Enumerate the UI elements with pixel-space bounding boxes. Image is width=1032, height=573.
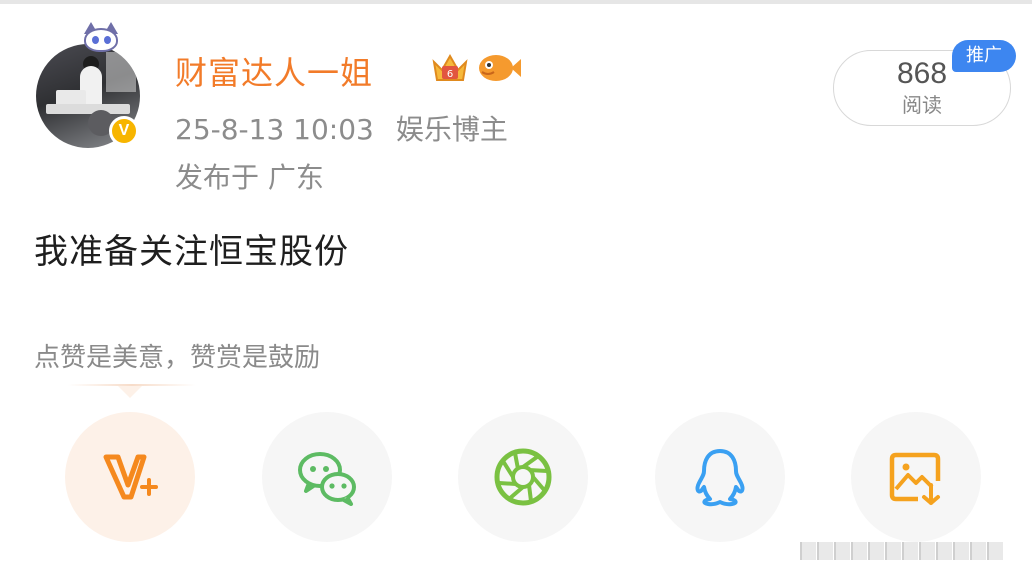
cat-avatar-frame-icon — [80, 22, 122, 52]
reward-v-plus-icon — [103, 454, 158, 500]
username[interactable]: 财富达人一姐 — [175, 48, 373, 94]
crown-level-icon: 6 — [432, 53, 468, 81]
save-image-button[interactable] — [851, 412, 981, 542]
reward-button[interactable] — [65, 412, 195, 542]
fish-badge-icon — [479, 55, 521, 81]
post-meta: 25-8-13 10:03 娱乐博主 — [175, 108, 508, 148]
moments-aperture-icon — [494, 448, 552, 506]
svg-text:6: 6 — [447, 69, 453, 80]
watermark — [800, 542, 1022, 564]
post-text: 我准备关注恒宝股份 — [34, 232, 349, 272]
promote-badge[interactable]: 推广 — [952, 40, 1016, 72]
verified-badge-icon: V — [109, 116, 139, 146]
save-image-icon — [889, 452, 941, 505]
post-location: 发布于 广东 — [175, 161, 324, 194]
user-role: 娱乐博主 — [395, 113, 508, 146]
qq-penguin-icon — [695, 449, 745, 507]
hint-pointer — [118, 386, 142, 398]
top-divider — [0, 0, 1032, 4]
share-moments-button[interactable] — [458, 412, 588, 542]
read-label: 阅读 — [902, 93, 942, 117]
avatar[interactable]: V — [36, 22, 148, 150]
post-timestamp: 25-8-13 10:03 — [175, 113, 374, 146]
share-wechat-button[interactable] — [262, 412, 392, 542]
reward-hint: 点赞是美意，赞赏是鼓励 — [34, 343, 321, 373]
share-qq-button[interactable] — [655, 412, 785, 542]
wechat-icon — [298, 452, 356, 506]
